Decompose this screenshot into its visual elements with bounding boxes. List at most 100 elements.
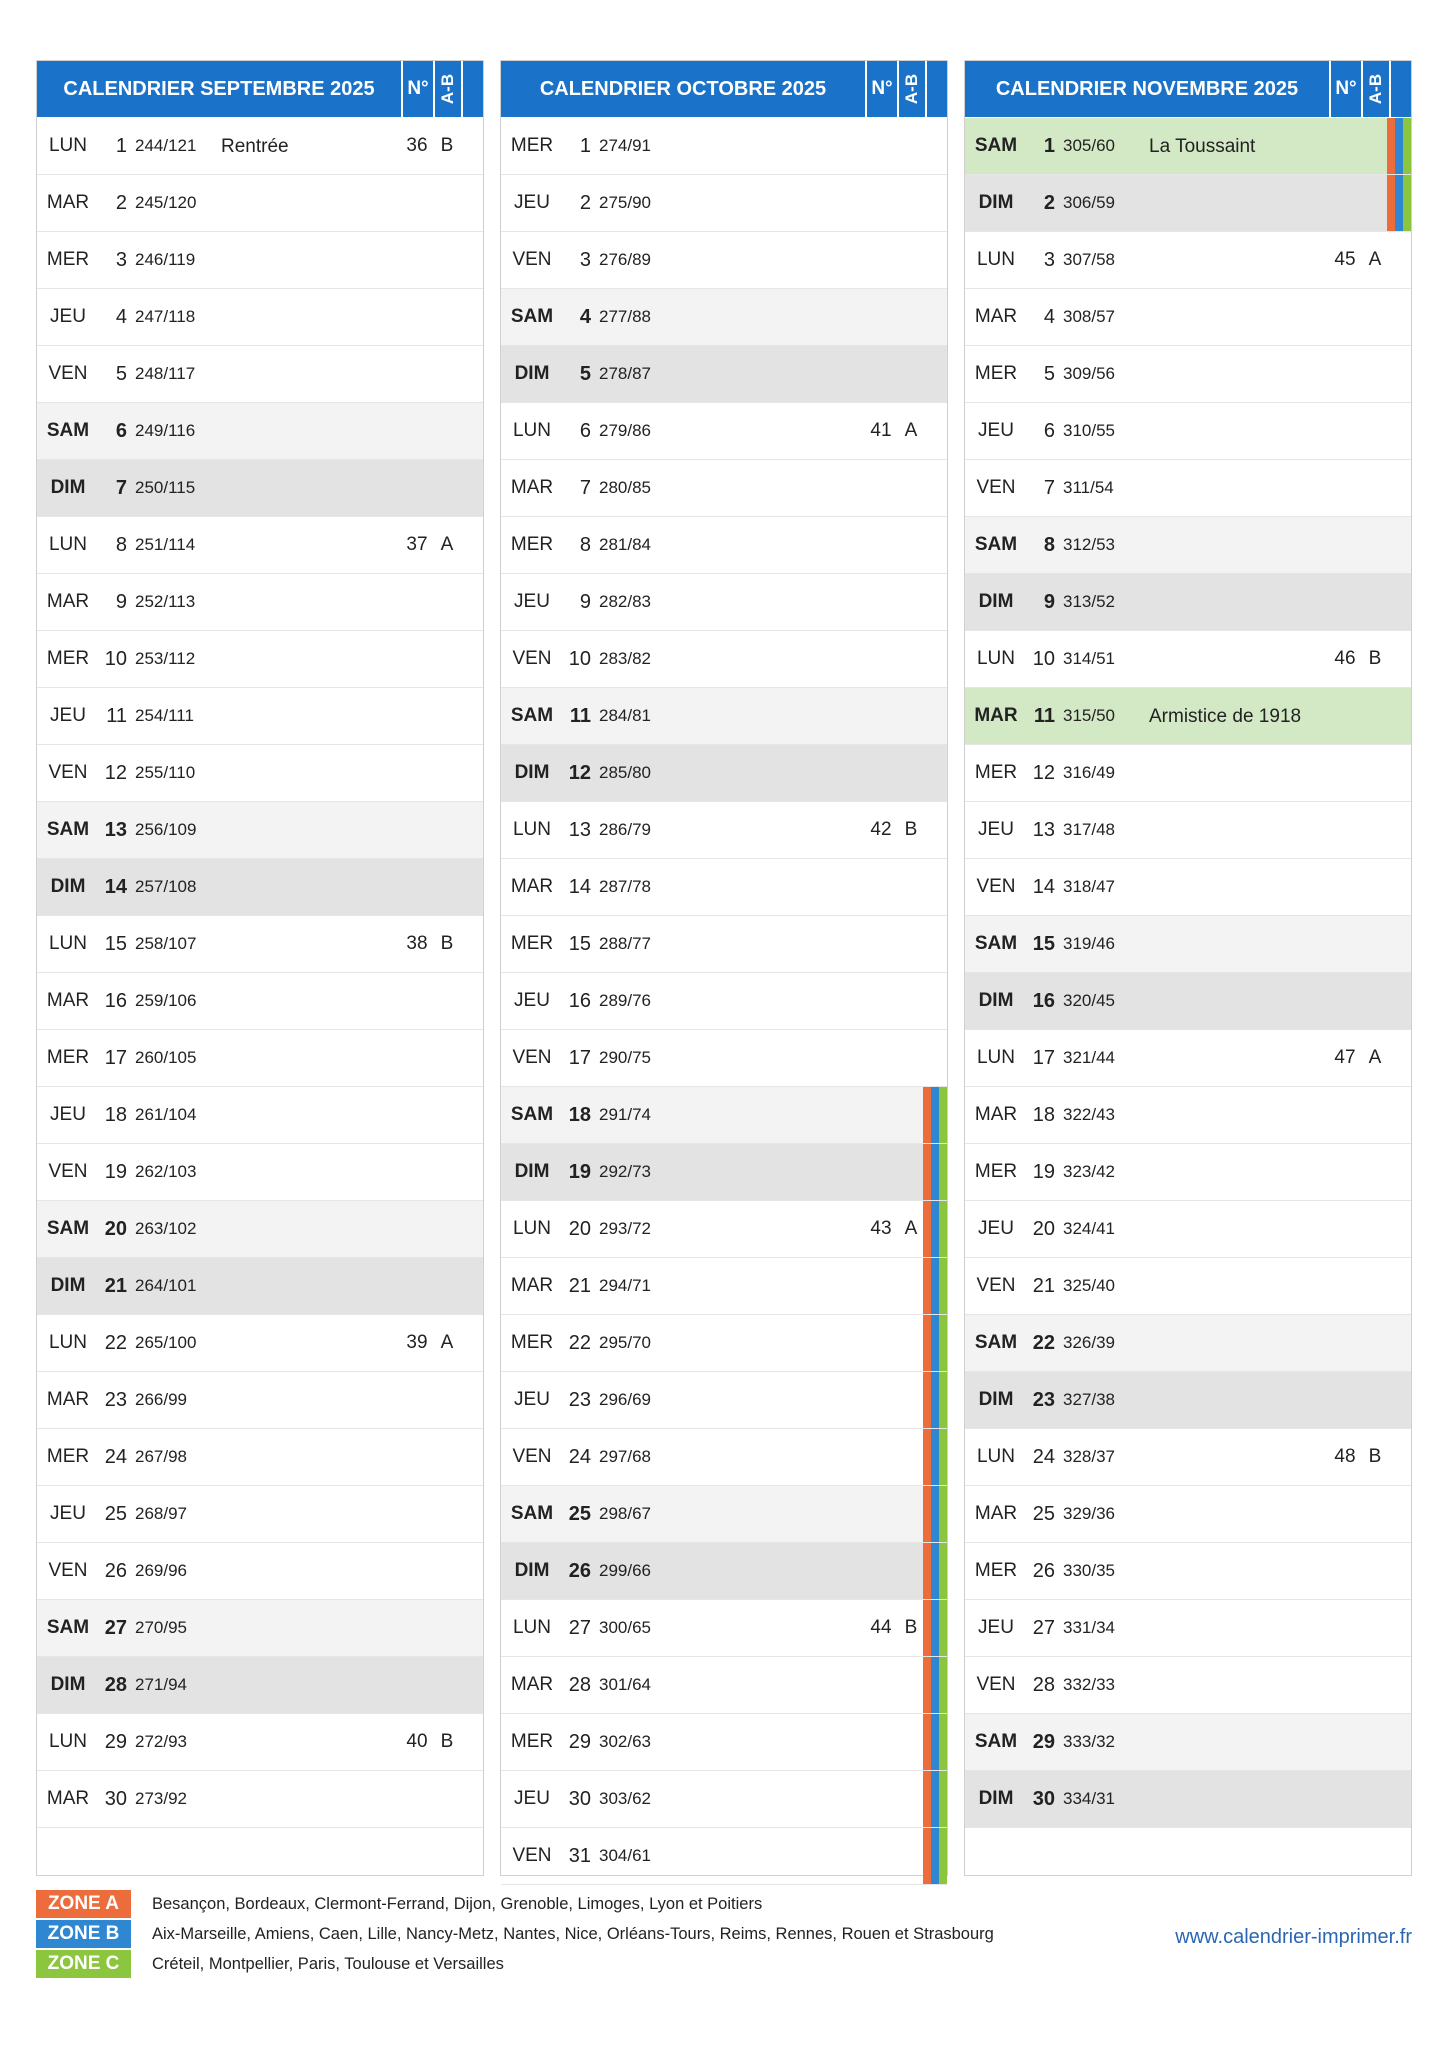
- day-number: 17: [104, 1047, 127, 1069]
- day-row: MAR 14 287/78: [501, 859, 947, 916]
- day-number: 24: [104, 1446, 127, 1468]
- day-of-year: 253/112: [135, 649, 196, 668]
- zone-b-mark: [931, 1429, 939, 1485]
- day-number: 30: [104, 1788, 127, 1810]
- day-number: 18: [1032, 1104, 1055, 1126]
- day-row: SAM 20 263/102: [37, 1201, 483, 1258]
- zone-b-mark: [1395, 175, 1403, 231]
- zone-c-mark: [1403, 175, 1411, 231]
- day-row: MER 24 267/98: [37, 1429, 483, 1486]
- day-number: 4: [579, 306, 591, 328]
- day-name: MAR: [46, 591, 90, 612]
- zone-b-mark: [931, 1600, 939, 1656]
- day-number: 22: [104, 1332, 127, 1354]
- day-event: Armistice de 1918: [1149, 705, 1302, 727]
- day-number: 9: [1043, 591, 1055, 613]
- day-row: LUN 24 328/37 48 B: [965, 1429, 1411, 1486]
- day-of-year: 290/75: [599, 1048, 651, 1067]
- day-name: MER: [510, 1731, 554, 1752]
- vacation-zones-bar: [923, 1486, 947, 1542]
- week-ab: A: [1368, 1047, 1382, 1068]
- day-number: 13: [104, 819, 127, 841]
- day-number: 21: [104, 1275, 127, 1297]
- day-of-year: 324/41: [1063, 1219, 1115, 1238]
- zone-a-mark: [923, 1543, 931, 1599]
- day-of-year: 256/109: [135, 820, 197, 839]
- week-ab: B: [1368, 1446, 1382, 1467]
- day-number: 26: [104, 1560, 127, 1582]
- day-number: 19: [568, 1161, 591, 1183]
- day-event: La Toussaint: [1149, 135, 1256, 157]
- day-number: 16: [568, 990, 591, 1012]
- day-name: MER: [46, 249, 90, 270]
- week-number: 36: [406, 135, 428, 156]
- day-row: VEN 14 318/47: [965, 859, 1411, 916]
- day-name: LUN: [48, 933, 87, 954]
- day-name: LUN: [512, 420, 551, 441]
- week-number: 47: [1334, 1047, 1356, 1068]
- day-name: JEU: [50, 1503, 86, 1524]
- website-link[interactable]: www.calendrier-imprimer.fr: [1175, 1926, 1412, 1949]
- day-number: 14: [104, 876, 127, 898]
- day-row: MER 10 253/112: [37, 631, 483, 688]
- day-of-year: 309/56: [1063, 364, 1115, 383]
- day-row: VEN 5 248/117: [37, 346, 483, 403]
- day-name: DIM: [978, 591, 1014, 612]
- day-row: DIM 14 257/108: [37, 859, 483, 916]
- zone-b-mark: [931, 1258, 939, 1314]
- day-of-year: 307/58: [1063, 250, 1115, 269]
- week-number: 38: [406, 933, 428, 954]
- day-row: JEU 18 261/104: [37, 1087, 483, 1144]
- zone-a-mark: [923, 1657, 931, 1713]
- day-name: MAR: [46, 1788, 90, 1809]
- day-name: DIM: [50, 1275, 86, 1296]
- day-number: 24: [568, 1446, 591, 1468]
- day-number: 6: [115, 420, 127, 442]
- day-number: 20: [104, 1218, 127, 1240]
- day-number: 22: [568, 1332, 591, 1354]
- zone-c-mark: [939, 1372, 947, 1428]
- day-of-year: 294/71: [599, 1276, 651, 1295]
- day-name: VEN: [512, 1446, 552, 1467]
- day-name: LUN: [48, 1332, 87, 1353]
- day-number: 7: [579, 477, 591, 499]
- day-name: DIM: [514, 1161, 550, 1182]
- day-of-year: 273/92: [135, 1789, 187, 1808]
- day-number: 13: [1032, 819, 1055, 841]
- day-name: SAM: [510, 1104, 554, 1125]
- month-title: CALENDRIER NOVEMBRE 2025: [995, 78, 1299, 100]
- day-row: JEU 30 303/62: [501, 1771, 947, 1828]
- day-name: DIM: [514, 363, 550, 384]
- zone-a-mark: [923, 1315, 931, 1371]
- day-of-year: 305/60: [1063, 136, 1115, 155]
- day-number: 23: [1032, 1389, 1055, 1411]
- month-title: CALENDRIER OCTOBRE 2025: [539, 78, 827, 100]
- day-row: SAM 29 333/32: [965, 1714, 1411, 1771]
- day-of-year: 299/66: [599, 1561, 651, 1580]
- day-row: SAM 8 312/53: [965, 517, 1411, 574]
- day-name: JEU: [978, 420, 1014, 441]
- vacation-zones-bar: [1387, 118, 1411, 174]
- day-name: MAR: [510, 876, 554, 897]
- day-number: 27: [1032, 1617, 1055, 1639]
- day-name: LUN: [976, 1446, 1015, 1467]
- day-row: LUN 15 258/107 38 B: [37, 916, 483, 973]
- zone-c-mark: [939, 1258, 947, 1314]
- day-row: VEN 19 262/103: [37, 1144, 483, 1201]
- day-number: 18: [568, 1104, 591, 1126]
- day-of-year: 251/114: [135, 535, 196, 554]
- day-name: JEU: [50, 705, 86, 726]
- day-row: MER 19 323/42: [965, 1144, 1411, 1201]
- day-of-year: 266/99: [135, 1390, 187, 1409]
- day-number: 7: [1043, 477, 1055, 499]
- zone-a-badge: ZONE A: [36, 1890, 131, 1918]
- day-number: 13: [568, 819, 591, 841]
- day-of-year: 265/100: [135, 1333, 197, 1352]
- zone-a-mark: [923, 1087, 931, 1143]
- day-row: LUN 10 314/51 46 B: [965, 631, 1411, 688]
- day-row: JEU 16 289/76: [501, 973, 947, 1030]
- zone-c-mark: [939, 1600, 947, 1656]
- day-row: LUN 22 265/100 39 A: [37, 1315, 483, 1372]
- day-name: MER: [46, 1047, 90, 1068]
- day-name: JEU: [978, 819, 1014, 840]
